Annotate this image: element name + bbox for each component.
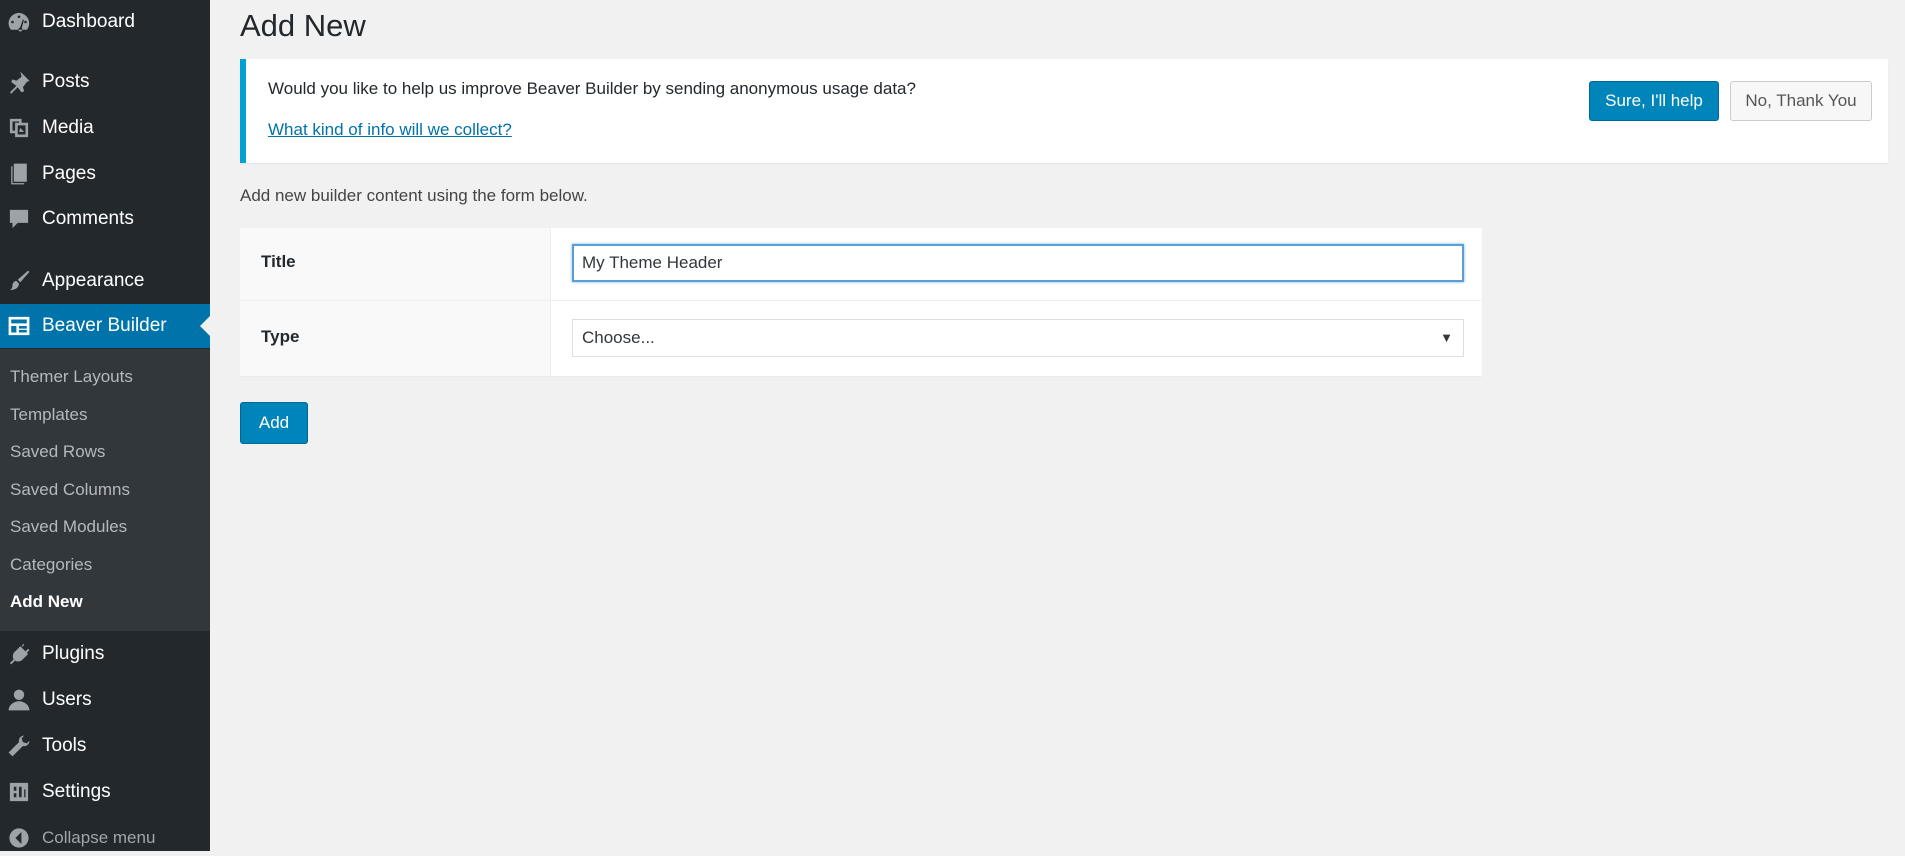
sidebar-item-label: Comments — [42, 208, 134, 229]
submenu-label: Saved Modules — [10, 517, 128, 536]
submenu-item-saved-rows[interactable]: Saved Rows — [10, 437, 105, 467]
sidebar-item-dashboard[interactable]: Dashboard — [0, 0, 210, 44]
admin-sidebar: Dashboard Posts Media Pages Comments App… — [0, 0, 210, 851]
title-input[interactable] — [572, 244, 1464, 282]
usage-data-notice: Would you like to help us improve Beaver… — [240, 59, 1888, 163]
row-divider — [240, 300, 1482, 301]
sidebar-item-label: Appearance — [42, 270, 145, 291]
add-button[interactable]: Add — [240, 402, 308, 444]
sidebar-item-label: Settings — [42, 781, 111, 802]
submenu-item-categories[interactable]: Categories — [10, 550, 92, 580]
submenu-label: Categories — [10, 555, 93, 574]
sidebar-item-label: Tools — [42, 735, 87, 756]
sidebar-item-comments[interactable]: Comments — [0, 197, 210, 241]
type-select-value: Choose... — [582, 328, 655, 347]
notice-text: Would you like to help us improve Beaver… — [268, 79, 916, 98]
submenu-label: Add New — [10, 592, 83, 611]
sidebar-item-appearance[interactable]: Appearance — [0, 259, 210, 303]
sidebar-item-plugins[interactable]: Plugins — [0, 632, 210, 676]
collapse-menu-label: Collapse menu — [42, 828, 156, 847]
sidebar-item-label: Pages — [42, 163, 96, 184]
sidebar-item-label: Beaver Builder — [42, 315, 167, 336]
submenu-item-themer-layouts[interactable]: Themer Layouts — [10, 362, 133, 392]
type-label: Type — [261, 327, 300, 346]
submenu-item-templates[interactable]: Templates — [10, 400, 87, 430]
comment-icon — [4, 204, 34, 234]
form-description: Add new builder content using the form b… — [240, 186, 588, 205]
label-column — [240, 228, 551, 376]
sidebar-item-label: Dashboard — [42, 11, 135, 32]
layout-icon — [4, 311, 34, 341]
submenu-label: Saved Columns — [10, 480, 131, 499]
submenu-label: Themer Layouts — [10, 367, 133, 386]
page-title: Add New — [240, 8, 366, 43]
submenu-label: Templates — [10, 405, 88, 424]
chevron-down-icon: ▼ — [1440, 330, 1453, 345]
pin-icon — [4, 67, 34, 97]
add-new-form: Title Type Choose... ▼ — [240, 228, 1482, 376]
sidebar-item-label: Media — [42, 117, 94, 138]
sidebar-item-pages[interactable]: Pages — [0, 152, 210, 196]
brush-icon — [4, 266, 34, 296]
sidebar-item-beaver-builder[interactable]: Beaver Builder — [0, 304, 210, 348]
wrench-icon — [4, 731, 34, 761]
sidebar-item-label: Users — [42, 689, 92, 710]
pages-icon — [4, 159, 34, 189]
accept-tracking-button[interactable]: Sure, I'll help — [1589, 81, 1719, 121]
sidebar-item-label: Plugins — [42, 643, 105, 664]
sidebar-item-media[interactable]: Media — [0, 106, 210, 150]
active-indicator-arrow — [200, 316, 210, 336]
type-select[interactable]: Choose... ▼ — [572, 319, 1464, 357]
decline-tracking-button[interactable]: No, Thank You — [1730, 81, 1872, 121]
notice-info-link[interactable]: What kind of info will we collect? — [268, 120, 512, 140]
submenu-item-saved-modules[interactable]: Saved Modules — [10, 512, 127, 542]
sidebar-item-users[interactable]: Users — [0, 678, 210, 722]
title-label: Title — [261, 252, 296, 271]
submenu-item-saved-columns[interactable]: Saved Columns — [10, 475, 130, 505]
sidebar-item-posts[interactable]: Posts — [0, 60, 210, 104]
sidebar-item-settings[interactable]: Settings — [0, 770, 210, 814]
submenu-label: Saved Rows — [10, 442, 106, 461]
sidebar-item-label: Posts — [42, 71, 90, 92]
dashboard-icon — [4, 7, 34, 37]
settings-icon — [4, 777, 34, 807]
collapse-arrow-icon — [4, 823, 34, 853]
beaver-builder-submenu: Themer Layouts Templates Saved Rows Save… — [0, 349, 210, 631]
plug-icon — [4, 639, 34, 669]
media-icon — [4, 113, 34, 143]
submenu-item-add-new[interactable]: Add New — [10, 587, 83, 617]
user-icon — [4, 685, 34, 715]
sidebar-item-tools[interactable]: Tools — [0, 724, 210, 768]
